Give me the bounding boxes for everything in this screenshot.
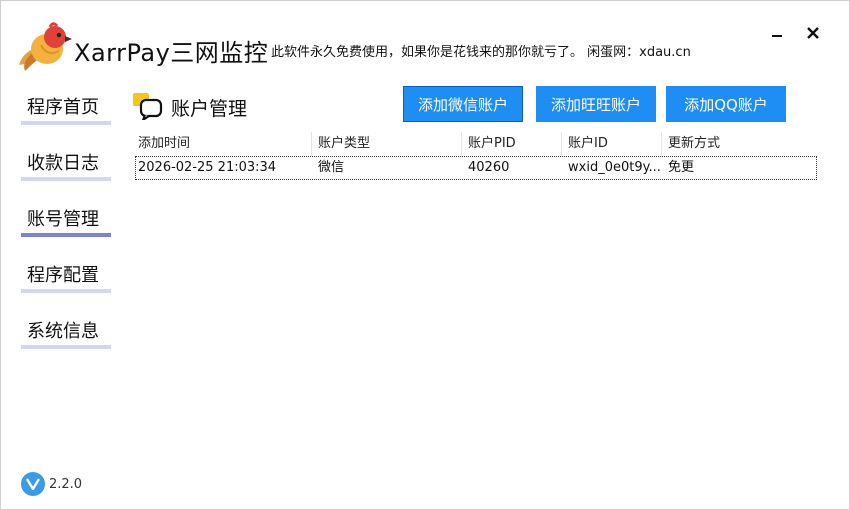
app-window: XarrPay三网监控 此软件永久免费使用，如果你是花钱来的那你就亏了。 闲蛋网… bbox=[0, 0, 850, 510]
chat-bubble-icon bbox=[133, 93, 163, 120]
close-button[interactable] bbox=[801, 21, 825, 45]
page-title: 账户管理 bbox=[171, 98, 248, 120]
sidebar-item-system-info[interactable]: 系统信息 bbox=[21, 315, 111, 349]
bird-logo-icon bbox=[19, 22, 72, 71]
sidebar-item-label: 系统信息 bbox=[27, 321, 99, 342]
column-header-account-id[interactable]: 账户ID bbox=[565, 132, 661, 156]
sidebar-item-label: 账号管理 bbox=[27, 209, 99, 230]
add-wechat-account-button[interactable]: 添加微信账户 bbox=[403, 86, 523, 122]
sidebar-item-underline bbox=[21, 289, 111, 293]
sidebar-item-payment-log[interactable]: 收款日志 bbox=[21, 147, 111, 181]
accounts-table: 添加时间 账户类型 账户PID 账户ID 更新方式 2026-02-25 21:… bbox=[135, 132, 817, 180]
sidebar-item-settings[interactable]: 程序配置 bbox=[21, 259, 111, 293]
add-qq-account-button[interactable]: 添加QQ账户 bbox=[666, 86, 786, 122]
sidebar-item-label: 收款日志 bbox=[27, 153, 99, 174]
sidebar-item-account-management[interactable]: 账号管理 bbox=[21, 203, 111, 237]
column-header-account-pid[interactable]: 账户PID bbox=[465, 132, 561, 156]
minimize-icon bbox=[772, 35, 782, 37]
sidebar-item-label: 程序首页 bbox=[27, 97, 99, 118]
cell-account-id: wxid_0e0t9y... bbox=[568, 160, 661, 175]
sidebar-item-underline bbox=[21, 177, 111, 181]
close-icon bbox=[807, 27, 819, 39]
version-info: 2.2.0 bbox=[21, 472, 82, 496]
sidebar-item-underline bbox=[21, 233, 111, 237]
sidebar-item-underline bbox=[21, 121, 111, 125]
add-wangwang-account-button[interactable]: 添加旺旺账户 bbox=[536, 86, 656, 122]
cell-update-method: 免更 bbox=[668, 160, 695, 175]
column-header-update-method[interactable]: 更新方式 bbox=[665, 132, 815, 156]
sidebar-item-label: 程序配置 bbox=[27, 265, 99, 286]
column-header-account-type[interactable]: 账户类型 bbox=[315, 132, 461, 156]
cell-account-type: 微信 bbox=[318, 160, 345, 175]
table-row[interactable]: 2026-02-25 21:03:34 微信 40260 wxid_0e0t9y… bbox=[135, 156, 817, 180]
cell-account-pid: 40260 bbox=[468, 160, 510, 175]
app-title: XarrPay三网监控 bbox=[74, 39, 269, 67]
sidebar-item-home[interactable]: 程序首页 bbox=[21, 91, 111, 125]
table-header: 添加时间 账户类型 账户PID 账户ID 更新方式 bbox=[135, 132, 817, 156]
app-slogan: 此软件永久免费使用，如果你是花钱来的那你就亏了。 闲蛋网：xdau.cn bbox=[271, 45, 691, 60]
minimize-button[interactable] bbox=[765, 21, 789, 45]
version-number: 2.2.0 bbox=[49, 476, 83, 492]
version-v-icon bbox=[21, 472, 45, 496]
column-header-added-time[interactable]: 添加时间 bbox=[135, 132, 311, 156]
cell-added-time: 2026-02-25 21:03:34 bbox=[138, 160, 277, 175]
sidebar-item-underline bbox=[21, 345, 111, 349]
